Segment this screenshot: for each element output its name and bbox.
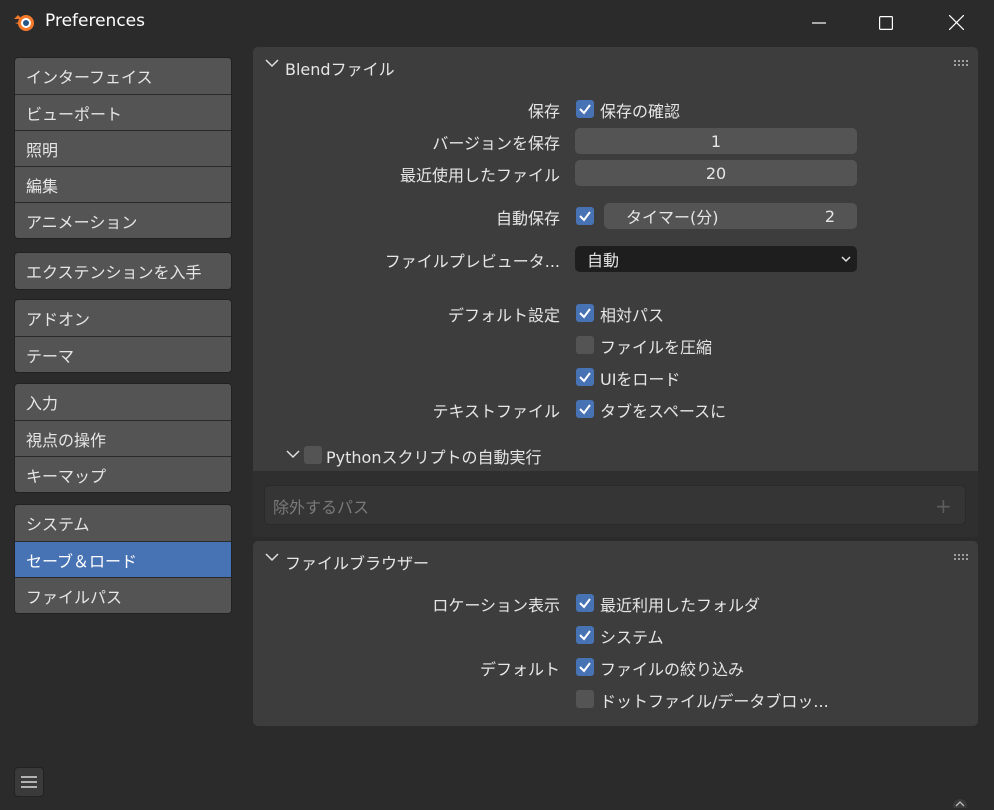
sidebar-item-addons[interactable]: アドオン: [15, 300, 231, 336]
sidebar-item-viewport[interactable]: ビューポート: [15, 94, 231, 130]
drag-grip-icon[interactable]: [954, 554, 968, 562]
timer-label: タイマー(分): [626, 208, 719, 227]
sidebar-item-save-load[interactable]: セーブ＆ロード: [15, 541, 231, 577]
checkmark-icon: [579, 308, 591, 319]
excluded-paths-placeholder: 除外するパス: [273, 498, 370, 517]
recent-folders-label: 最近利用したフォルダ: [600, 596, 761, 615]
close-icon: [948, 15, 964, 30]
scroll-up-icon[interactable]: [952, 798, 968, 808]
sidebar-item-keymap[interactable]: キーマップ: [15, 456, 231, 492]
sidebar-item-interface[interactable]: インターフェイス: [15, 58, 231, 94]
nav-group-input: 入力 視点の操作 キーマップ: [14, 383, 232, 493]
relative-paths-checkbox[interactable]: [576, 304, 594, 322]
location-display-label: ロケーション表示: [432, 596, 560, 615]
show-dotfiles-checkbox[interactable]: [576, 690, 594, 708]
recent-files-label: 最近使用したファイル: [399, 166, 560, 185]
load-ui-checkbox[interactable]: [576, 368, 594, 386]
preferences-menu-button[interactable]: [14, 767, 44, 797]
nav-group-system: システム セーブ＆ロード ファイルパス: [14, 504, 232, 614]
nav-group-extensions: エクステンションを入手: [14, 252, 232, 290]
sidebar-item-editing[interactable]: 編集: [15, 166, 231, 202]
checkmark-icon: [579, 630, 591, 641]
sidebar-item-file-paths[interactable]: ファイルパス: [15, 577, 231, 613]
excluded-paths-input[interactable]: [264, 485, 966, 525]
auto-save-label: 自動保存: [495, 209, 560, 228]
hamburger-menu-icon: [21, 776, 37, 788]
system-locations-label: システム: [600, 628, 664, 647]
close-button[interactable]: [925, 0, 987, 45]
maximize-icon: [879, 15, 893, 30]
blender-logo-icon: [14, 15, 34, 31]
sidebar-item-themes[interactable]: テーマ: [15, 336, 231, 372]
sidebar-item-navigation[interactable]: 視点の操作: [15, 420, 231, 456]
recent-files-field[interactable]: 20: [575, 160, 857, 186]
filter-files-label: ファイルの絞り込み: [600, 660, 745, 679]
text-files-label: テキストファイル: [432, 402, 560, 421]
save-versions-field[interactable]: 1: [575, 128, 857, 154]
confirm-save-label: 保存の確認: [600, 102, 681, 121]
python-autoexec-label: Pythonスクリプトの自動実行: [326, 448, 542, 467]
window-title: Preferences: [45, 11, 145, 31]
load-ui-label: UIをロード: [600, 370, 681, 389]
chevron-down-icon: [841, 256, 851, 263]
python-autoexec-checkbox[interactable]: [304, 446, 322, 464]
defaults-label: デフォルト設定: [447, 306, 560, 325]
sidebar-item-get-extensions[interactable]: エクステンションを入手: [15, 253, 231, 289]
confirm-save-checkbox[interactable]: [576, 100, 594, 118]
file-preview-label: ファイルプレビュータ...: [384, 252, 560, 271]
timer-value: 2: [824, 206, 835, 226]
filter-files-checkbox[interactable]: [576, 658, 594, 676]
checkmark-icon: [579, 598, 591, 609]
minimize-button[interactable]: [788, 0, 850, 45]
sidebar-item-system[interactable]: システム: [15, 505, 231, 541]
sidebar-item-lights[interactable]: 照明: [15, 130, 231, 166]
drag-grip-icon[interactable]: [954, 60, 968, 68]
checkmark-icon: [579, 662, 591, 673]
python-autoexec-header[interactable]: Pythonスクリプトの自動実行: [253, 436, 978, 471]
maximize-button[interactable]: [855, 0, 917, 45]
title-bar: Preferences: [0, 0, 994, 45]
file-preview-select[interactable]: 自動: [575, 246, 857, 272]
file-browser-panel-header[interactable]: ファイルブラウザー: [253, 541, 978, 577]
file-browser-panel-title: ファイルブラウザー: [285, 554, 430, 573]
relative-paths-label: 相対パス: [600, 306, 665, 325]
tabs-as-spaces-checkbox[interactable]: [576, 400, 594, 418]
nav-group-interface: インターフェイス ビューポート 照明 編集 アニメーション: [14, 57, 232, 239]
sidebar-item-animation[interactable]: アニメーション: [15, 202, 231, 238]
browser-default-label: デフォルト: [479, 660, 560, 679]
checkmark-icon: [579, 404, 591, 415]
auto-save-timer-field[interactable]: タイマー(分) 2: [604, 203, 857, 229]
checkmark-icon: [579, 372, 591, 383]
auto-save-checkbox[interactable]: [576, 207, 594, 225]
checkmark-icon: [579, 104, 591, 115]
nav-group-addons: アドオン テーマ: [14, 299, 232, 373]
chevron-down-icon: [265, 59, 279, 68]
save-label: 保存: [527, 102, 560, 121]
minimize-icon: [812, 21, 826, 24]
sidebar-item-input[interactable]: 入力: [15, 384, 231, 420]
chevron-down-icon: [286, 450, 300, 459]
show-dotfiles-label: ドットファイル/データブロッ...: [600, 692, 829, 711]
checkmark-icon: [579, 211, 591, 222]
system-locations-checkbox[interactable]: [576, 626, 594, 644]
blend-file-panel-header[interactable]: Blendファイル: [253, 47, 978, 83]
add-excluded-path-button[interactable]: +: [935, 494, 952, 518]
compress-file-checkbox[interactable]: [576, 336, 594, 354]
blend-file-panel-title: Blendファイル: [285, 60, 395, 79]
save-versions-label: バージョンを保存: [432, 134, 560, 153]
compress-file-label: ファイルを圧縮: [600, 338, 713, 357]
file-preview-value: 自動: [587, 251, 620, 270]
recent-folders-checkbox[interactable]: [576, 594, 594, 612]
chevron-down-icon: [265, 553, 279, 562]
tabs-as-spaces-label: タブをスペースに: [600, 402, 727, 421]
